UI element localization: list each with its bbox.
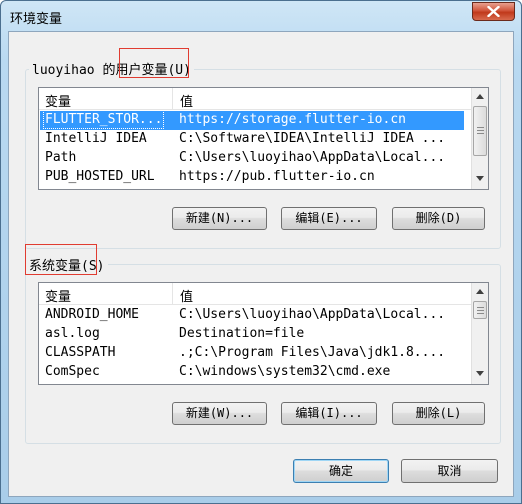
user-var-row[interactable]: IntelliJ IDEA C:\Software\IDEA\IntelliJ … [40, 130, 464, 149]
user-variables-label: luoyihao 的用户变量(U) [29, 59, 194, 78]
user-list-header: 变量 值 [39, 88, 488, 110]
system-var-row[interactable]: ANDROID_HOME C:\Users\luoyihao\AppData\L… [40, 306, 464, 325]
user-delete-button[interactable]: 删除(D) [392, 207, 485, 230]
system-variables-label: 系统变量(S) [26, 255, 108, 274]
scroll-thumb[interactable] [473, 301, 487, 319]
system-new-button[interactable]: 新建(W)... [172, 402, 267, 425]
system-var-row[interactable]: ComSpec C:\windows\system32\cmd.exe [40, 363, 464, 382]
close-icon [487, 6, 500, 17]
user-variables-list[interactable]: 变量 值 FLUTTER_STOR... https://storage.flu… [38, 87, 489, 190]
system-list-scrollbar[interactable] [471, 283, 488, 384]
system-variables-list[interactable]: 变量 值 ANDROID_HOME C:\Users\luoyihao\AppD… [38, 282, 489, 385]
environment-variables-window: 环境变量 luoyihao 的用户变量(U) 变量 值 FLUTTER_STOR… [0, 0, 522, 504]
system-var-row[interactable]: CLASSPATH .;C:\Program Files\Java\jdk1.8… [40, 344, 464, 363]
user-var-row[interactable]: Path C:\Users\luoyihao\AppData\Local... [40, 149, 464, 168]
column-header-variable[interactable]: 变量 [45, 286, 71, 305]
system-delete-button[interactable]: 删除(L) [392, 402, 485, 425]
user-list-scrollbar[interactable] [471, 88, 488, 189]
column-header-value[interactable]: 值 [180, 91, 193, 110]
user-new-button[interactable]: 新建(N)... [172, 207, 267, 230]
column-header-value[interactable]: 值 [180, 286, 193, 305]
user-edit-button[interactable]: 编辑(E)... [281, 207, 377, 230]
window-title: 环境变量 [10, 12, 63, 27]
scroll-up-icon[interactable] [476, 94, 484, 99]
system-var-row[interactable]: asl.log Destination=file [40, 325, 464, 344]
column-header-variable[interactable]: 变量 [45, 91, 71, 110]
close-button[interactable] [472, 2, 515, 21]
scroll-thumb[interactable] [473, 106, 487, 156]
user-var-row[interactable]: PUB_HOSTED_URL https://pub.flutter-io.cn [40, 168, 464, 187]
title-bar[interactable]: 环境变量 [1, 1, 521, 31]
cancel-button[interactable]: 取消 [401, 459, 498, 483]
scroll-down-icon[interactable] [476, 371, 484, 376]
dialog-client-area: luoyihao 的用户变量(U) 变量 值 FLUTTER_STOR... h… [8, 31, 514, 497]
scroll-up-icon[interactable] [476, 289, 484, 294]
ok-button[interactable]: 确定 [293, 459, 389, 483]
scroll-down-icon[interactable] [476, 176, 484, 181]
user-var-row[interactable]: FLUTTER_STOR... https://storage.flutter-… [40, 110, 464, 130]
system-edit-button[interactable]: 编辑(I)... [281, 402, 377, 425]
system-list-header: 变量 值 [39, 283, 488, 305]
